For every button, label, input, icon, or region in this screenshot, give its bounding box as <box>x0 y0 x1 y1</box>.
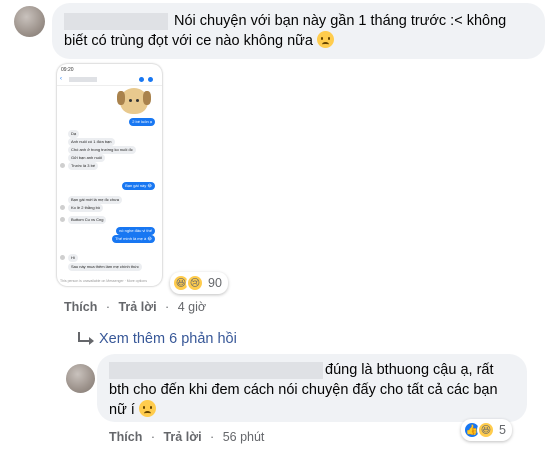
comment2-line2: bth cho đến khi đem cách nói chuyện đấy … <box>109 382 498 398</box>
received-message: Trước là 3 bé <box>68 162 99 170</box>
back-icon: ‹ <box>60 76 62 82</box>
comment2-reactions[interactable]: 👍 😆 5 <box>461 419 512 441</box>
comment2-reaction-count: 5 <box>499 423 506 437</box>
haha-reaction-icon: 😆 <box>477 421 495 439</box>
comment2-timestamp[interactable]: 56 phút <box>223 430 265 444</box>
comment2-line1: đúng là bthuong cậu ạ, rất <box>109 360 515 380</box>
sent-message: Bạn gái này 😂 <box>122 182 155 190</box>
sender-avatar <box>60 217 65 222</box>
comment1-author-redacted[interactable] <box>64 12 168 30</box>
comment2-actions: Thích · Trả lời · 56 phút <box>109 430 265 444</box>
comment2-bubble: đúng là bthuong cậu ạ, rất bth cho đến k… <box>97 354 527 422</box>
received-message: Sau này mua thêm làm mẹ chính thức <box>68 263 142 271</box>
received-message: Dạ <box>68 130 80 138</box>
comment1-actions: Thích · Trả lời · 4 giờ <box>64 300 207 314</box>
received-message: Buttom Cu vs Cng <box>68 216 107 224</box>
call-icon <box>139 77 144 82</box>
sad-reaction-icon: 😢 <box>186 274 204 292</box>
comment2-reply-button[interactable]: Trả lời <box>163 430 201 444</box>
sent-message: nó nghe đâu vl thế <box>116 227 155 235</box>
received-message: Hi <box>68 254 78 262</box>
sender-avatar <box>60 255 65 260</box>
contact-name-redacted <box>69 77 97 82</box>
received-message: Ko lề 2 thằng bồ <box>68 204 104 212</box>
sad-face-icon <box>317 31 334 48</box>
comment1-line1: Nói chuyện với bạn này gần 1 tháng trước… <box>64 11 533 31</box>
received-message: Anh nuôi có 1 đứa bạn <box>68 138 115 146</box>
chat-header: ‹ <box>57 74 162 86</box>
comment1-line2: biết có trùng đọt với ce nào không nữa <box>64 31 533 51</box>
sad-face-icon <box>138 400 156 417</box>
received-message: Gửi bạn anh nuôi <box>68 154 105 162</box>
status-time: 09:20 <box>61 67 74 73</box>
more-replies-link[interactable]: Xem thêm 6 phản hồi <box>78 331 237 347</box>
reply-arrow-icon <box>78 332 94 345</box>
comment2-avatar[interactable] <box>66 364 95 393</box>
chat-footer: This person is unavailable on Messenger … <box>60 279 147 283</box>
sender-avatar <box>60 205 65 210</box>
comment2-line3: nữ í <box>109 400 515 420</box>
comment1-reactions[interactable]: 😆 😢 90 <box>170 272 228 294</box>
comment1-reply-button[interactable]: Trả lời <box>118 300 156 314</box>
comment1-avatar[interactable] <box>14 6 45 37</box>
more-replies-label: Xem thêm 6 phản hồi <box>99 331 237 347</box>
comment2-like-button[interactable]: Thích <box>109 430 142 444</box>
comment1-bubble: Nói chuyện với bạn này gần 1 tháng trước… <box>52 3 545 59</box>
chat-screenshot-image[interactable]: 09:20 ‹ 2 bé luôn ạ Dạ Anh nuôi có 1 đứa b… <box>57 64 162 286</box>
sent-message: 2 bé luôn ạ <box>129 118 155 126</box>
comment1-reaction-count: 90 <box>208 276 222 290</box>
comment1-timestamp[interactable]: 4 giờ <box>178 300 206 314</box>
sender-avatar <box>60 163 65 168</box>
received-message: Chó anh ở trong trường ko nuôi đc <box>68 146 136 154</box>
video-icon <box>148 77 153 82</box>
sent-message: Thế mình là mẹ à 😂 <box>112 235 155 243</box>
dog-sticker <box>117 88 148 114</box>
received-message: Bạn gái mới là mẹ đc chưa <box>68 196 122 204</box>
comment1-like-button[interactable]: Thích <box>64 300 97 314</box>
comment2-author-redacted[interactable] <box>109 361 323 379</box>
